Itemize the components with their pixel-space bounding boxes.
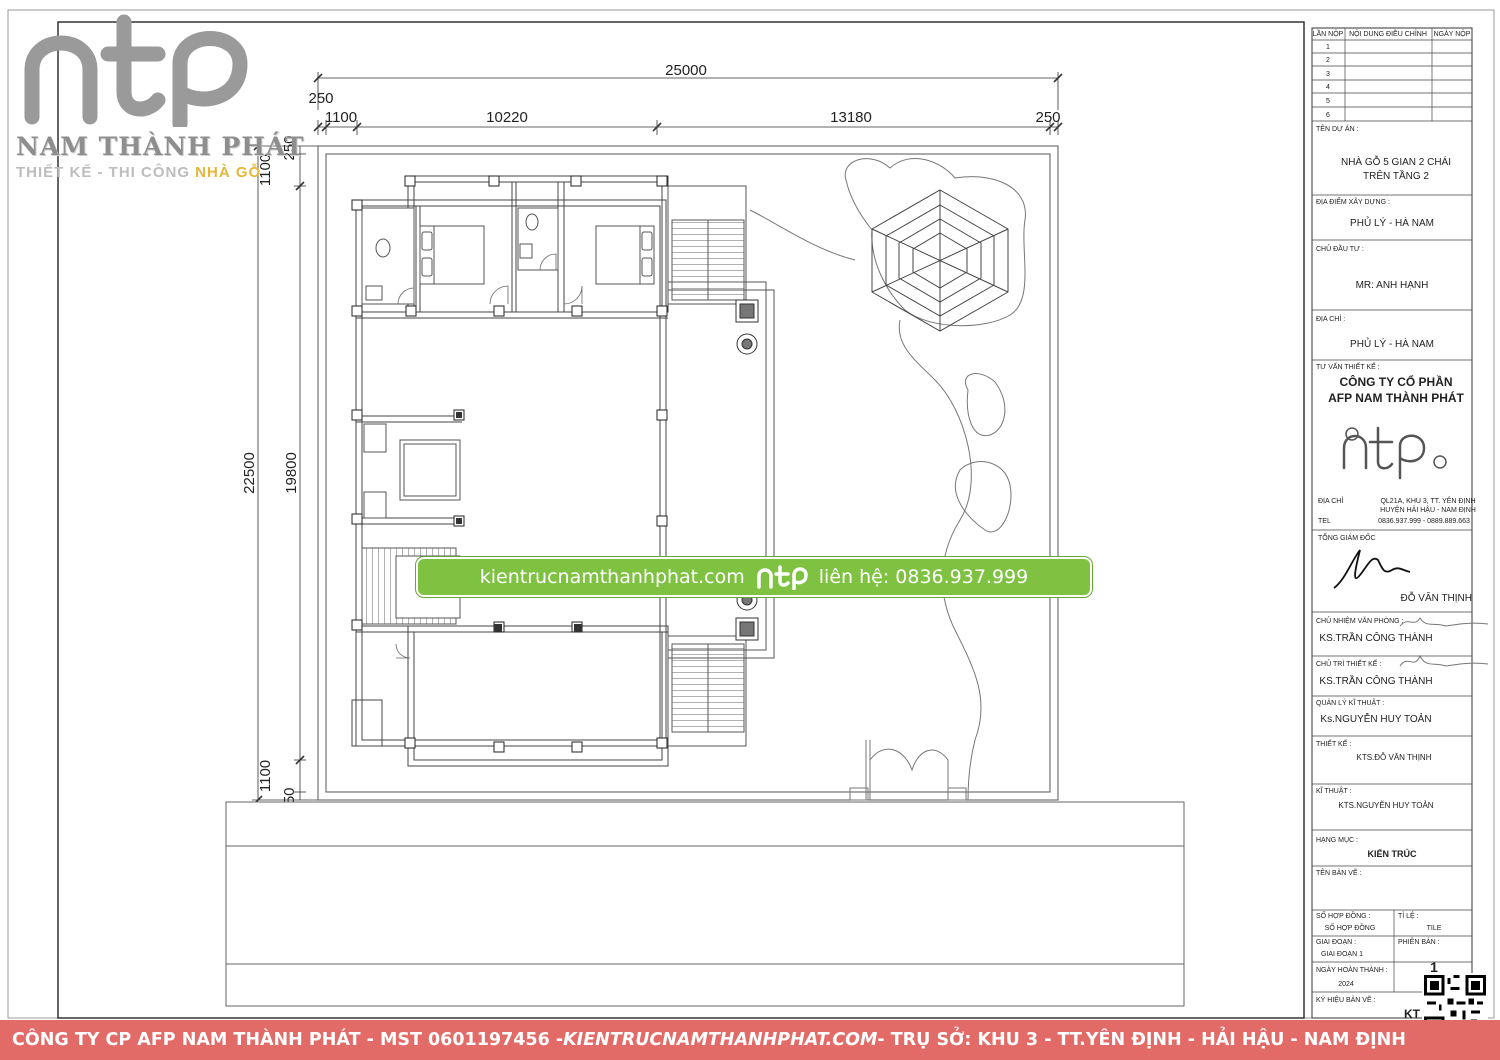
logo-tagline-highlight: NHÀ GỖ [195, 164, 262, 181]
office-head-name: KS.TRẦN CÔNG THÀNH [1319, 631, 1432, 644]
tech-manager-label: QUẢN LÝ KĨ THUẬT : [1316, 698, 1384, 707]
consultant-line1: CÔNG TY CỔ PHẦN [1339, 374, 1452, 389]
address-label: ĐỊA CHỈ : [1316, 314, 1345, 323]
contract-label: SỐ HỢP ĐỒNG : [1316, 910, 1371, 920]
project-line1: NHÀ GỖ 5 GIAN 2 CHÁI [1341, 155, 1451, 168]
garden-landscape [749, 158, 1026, 801]
footer-address: - TRỤ SỞ: KHU 3 - TT.YÊN ĐỊNH - HẢI HẬU … [877, 1030, 1406, 1050]
dim-overall-height: 22500 [241, 452, 258, 494]
drawing-code-value: KT [1404, 1007, 1421, 1021]
tel-label: TEL [1318, 518, 1331, 525]
investor-value: MR: ANH HẠNH [1356, 280, 1429, 291]
tech-manager-name: Ks.NGUYỄN HUY TOẢN [1320, 712, 1431, 725]
dim-inner-height: 19800 [283, 452, 300, 494]
phase-value: GIAI ĐOẠN 1 [1321, 951, 1363, 958]
dim-left-margin: 1100 [325, 109, 357, 126]
hexagon-pavilion [871, 189, 1009, 332]
office-head-label: CHỦ NHIỆM VĂN PHÒNG : [1316, 616, 1404, 625]
project-line2: TRÊN TẦNG 2 [1363, 169, 1429, 182]
design-lead-label: CHỦ TRÌ THIẾT KẾ : [1316, 658, 1381, 668]
consultant-line2: AFP NAM THÀNH PHÁT [1328, 390, 1464, 405]
banner-ntp-logo-icon [757, 565, 808, 590]
rev-row: 2 [1326, 57, 1330, 64]
rev-col-content: NỘI DUNG ĐIỀU CHỈNH [1349, 28, 1427, 38]
drawing-name-label: TÊN BẢN VẼ : [1316, 868, 1362, 877]
location-value: PHỦ LÝ - HÀ NAM [1350, 216, 1434, 229]
website-watermark-banner[interactable]: kientrucnamthanhphat.com liên hệ: 0836.9… [416, 557, 1092, 597]
logo-company-name: NAM THÀNH PHÁT [16, 132, 305, 161]
rev-row: 3 [1326, 71, 1330, 78]
director-name: ĐỖ VĂN THỊNH [1401, 591, 1473, 604]
dim-left-offset: 250 [308, 90, 333, 107]
furniture [361, 207, 655, 519]
logo-tagline: THIẾT KẾ - THI CÔNG NHÀ GỖ [16, 164, 261, 181]
category-label: HẠNG MỤC : [1316, 837, 1358, 844]
technician-label: KĨ THUẬT : [1316, 786, 1352, 795]
design-lead-signature [1399, 654, 1489, 667]
version-label: PHIÊN BẢN : [1398, 937, 1440, 946]
scale-value: TILE [1427, 925, 1442, 932]
adjacent-road [225, 801, 1185, 1007]
company-address-line2: HUYỆN HẢI HẬU - NAM ĐỊNH [1380, 505, 1476, 514]
ntp-logo-mark [24, 14, 248, 132]
rev-row: 1 [1326, 44, 1330, 51]
company-address-label: ĐỊA CHỈ [1318, 496, 1343, 505]
tel-value: 0836.937.999 - 0889.889.663 [1378, 518, 1470, 525]
technician-name: KTS.NGUYỄN HUY TOẢN [1338, 801, 1433, 810]
scale-label: TỈ LỆ : [1398, 911, 1419, 920]
dim-span-right: 13180 [830, 109, 872, 126]
rev-row: 4 [1326, 84, 1330, 91]
design-lead-name: KS.TRẦN CÔNG THÀNH [1319, 674, 1432, 687]
footer-website-link[interactable]: KIENTRUCNAMTHANHPHAT.COM [563, 1030, 877, 1050]
dim-right-offset: 250 [1035, 109, 1060, 126]
footer-bar: CÔNG TY CP AFP NAM THÀNH PHÁT - MST 0601… [0, 1020, 1500, 1060]
company-address-line1: QL21A, KHU 3, TT. YÊN ĐỊNH [1380, 496, 1475, 505]
director-label: TỔNG GIÁM ĐỐC [1318, 532, 1376, 542]
revision-table: LẦN NỘP NỘI DUNG ĐIỀU CHỈNH NGÀY NỘP 1 2… [1313, 28, 1471, 119]
completion-value: 2024 [1338, 981, 1354, 988]
company-logo-mark [1342, 426, 1447, 480]
rev-row: 5 [1326, 98, 1330, 105]
dim-overall-width: 25000 [665, 62, 707, 79]
banner-contact[interactable]: liên hệ: 0836.937.999 [819, 566, 1028, 588]
contract-value: SỐ HỢP ĐỒNG [1325, 922, 1376, 932]
designer-label: THIẾT KẾ : [1316, 738, 1351, 748]
dim-bottom-margin: 1100 [257, 760, 274, 792]
rev-col-date: NGÀY NỘP [1434, 29, 1471, 38]
drawing-code-label: KÝ HIỆU BẢN VẼ : [1316, 995, 1376, 1004]
category-value: KIẾN TRÚC [1368, 848, 1417, 859]
director-signature [1333, 549, 1411, 589]
rev-col-revision: LẦN NỘP [1313, 28, 1344, 38]
address-value: PHỦ LÝ - HÀ NAM [1350, 337, 1434, 350]
project-label: TÊN DỰ ÁN : [1316, 124, 1359, 133]
rev-row: 6 [1326, 112, 1330, 119]
office-head-signature [1399, 617, 1489, 627]
consultant-label: TƯ VẤN THIẾT KẾ : [1316, 361, 1380, 371]
logo-tagline-prefix: THIẾT KẾ - THI CÔNG [16, 164, 196, 181]
dim-span-left: 10220 [486, 109, 528, 126]
footer-company-info: CÔNG TY CP AFP NAM THÀNH PHÁT - MST 0601… [12, 1030, 564, 1050]
location-label: ĐỊA ĐIỂM XÂY DỰNG : [1316, 197, 1390, 206]
investor-label: CHỦ ĐẦU TƯ : [1316, 243, 1364, 253]
phase-label: GIAI ĐOẠN : [1316, 939, 1356, 946]
completion-label: NGÀY HOÀN THÀNH : [1316, 965, 1388, 974]
column-dark-centers [456, 412, 582, 632]
brand-logo: NAM THÀNH PHÁT THIẾT KẾ - THI CÔNG NHÀ G… [12, 12, 312, 187]
designer-name: KTS.ĐỖ VĂN THỊNH [1357, 753, 1432, 762]
banner-website[interactable]: kientrucnamthanhphat.com [480, 566, 745, 588]
